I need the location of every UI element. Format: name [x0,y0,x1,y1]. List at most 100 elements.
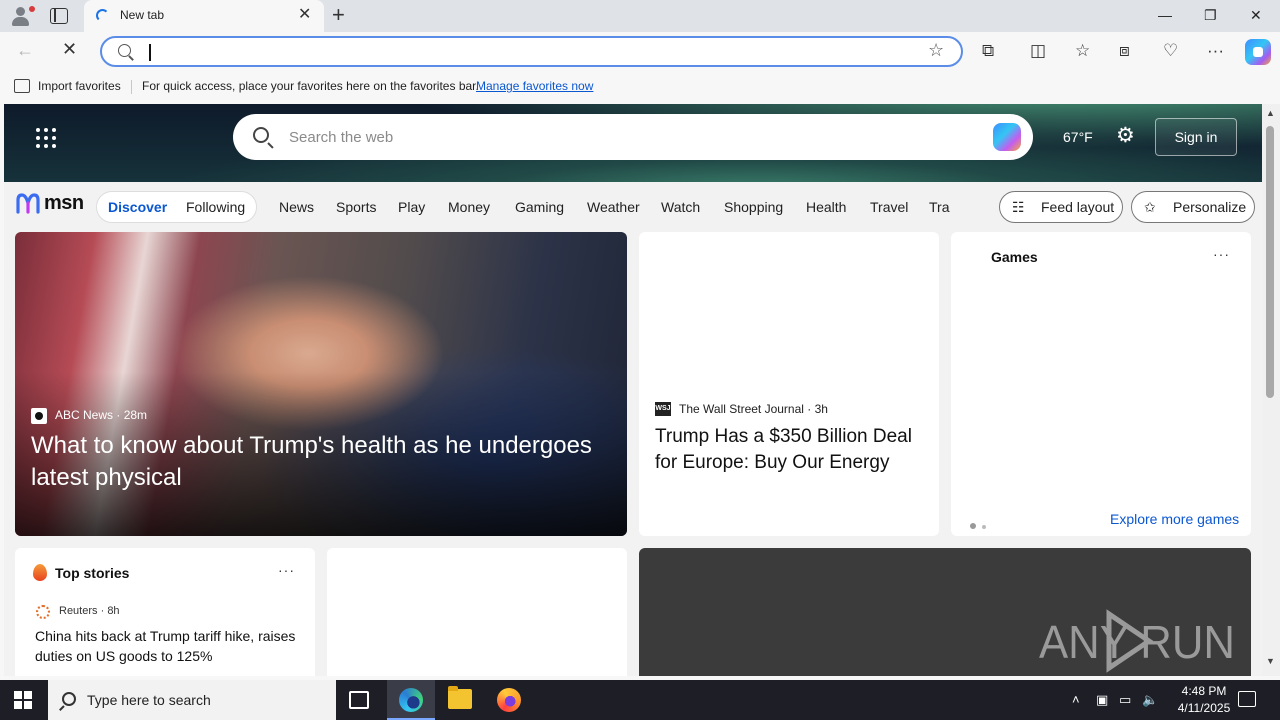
reuters-logo-icon [36,605,50,619]
volume-icon[interactable]: 🔈 [1142,691,1158,709]
sign-in-button[interactable]: Sign in [1155,118,1237,156]
network-icon[interactable]: ▭ [1119,691,1131,709]
loading-card [327,548,627,676]
story-headline[interactable]: What to know about Trump's health as he … [31,430,621,494]
nav-truncated[interactable]: Tra [929,199,950,215]
wsj-story-card[interactable]: WSJ The Wall Street Journal · 3h Trump H… [639,232,939,536]
more-options-icon[interactable]: ··· [1213,246,1230,262]
show-hidden-icons-chevron-icon[interactable]: ˄ [1072,691,1080,709]
import-favorites-icon[interactable] [14,79,30,93]
story-source: Reuters · 8h [59,605,120,617]
nav-travel[interactable]: Travel [870,199,908,215]
gear-icon[interactable]: ⚙ [1116,125,1135,147]
nav-sports[interactable]: Sports [336,199,376,215]
copilot-icon[interactable] [993,123,1021,151]
scroll-down-arrow-icon[interactable]: ▼ [1266,656,1275,666]
carousel-dots[interactable] [970,516,992,534]
stop-loading-icon[interactable]: ✕ [62,39,77,60]
navigation-bar: ← ✕ ☆ ⧉ ◫ ☆ ⧈ ♡ ··· [0,32,1280,72]
nav-shopping[interactable]: Shopping [724,199,783,215]
new-tab-button[interactable]: + [332,3,345,27]
clock-date[interactable]: 4/11/2025 [1166,701,1242,715]
manage-favorites-link[interactable]: Manage favorites now [476,79,593,93]
browser-essentials-icon[interactable]: ♡ [1163,40,1178,62]
scroll-thumb[interactable] [1266,126,1274,398]
import-favorites-button[interactable]: Import favorites [38,79,121,93]
story-source: The Wall Street Journal · 3h [679,402,828,416]
page-scrollbar[interactable]: ▲ ▼ [1262,104,1280,676]
nav-money[interactable]: Money [448,199,490,215]
address-bar[interactable]: ☆ [100,36,963,67]
wsj-logo-icon: WSJ [655,402,671,416]
text-caret [149,44,151,61]
personalize-button[interactable]: ✩ Personalize [1131,191,1255,223]
restore-button[interactable]: ❐ [1204,6,1217,24]
nav-health[interactable]: Health [806,199,846,215]
search-icon [62,692,76,706]
story-headline[interactable]: Trump Has a $350 Billion Deal for Europe… [655,424,923,476]
more-menu-icon[interactable]: ··· [1207,40,1224,62]
favorites-bar: Import favorites For quick access, place… [0,72,1280,102]
tab-discover[interactable]: Discover [108,199,167,215]
tab-actions-icon[interactable] [50,8,68,24]
taskbar-search-box[interactable]: Type here to search [48,680,336,720]
top-stories-title: Top stories [55,565,130,581]
search-placeholder: Search the web [289,129,394,146]
task-view-icon[interactable] [349,691,369,709]
top-stories-card: Top stories ··· Reuters · 8h China hits … [15,548,315,676]
firefox-icon[interactable] [497,688,521,712]
favorite-star-icon[interactable]: ☆ [928,40,944,61]
clock-time[interactable]: 4:48 PM [1174,684,1234,698]
feed-layout-label: Feed layout [1041,199,1115,215]
minimize-button[interactable]: — [1158,6,1172,24]
close-window-button[interactable]: ✕ [1250,6,1262,24]
more-options-icon[interactable]: ··· [278,562,295,578]
nav-gaming[interactable]: Gaming [515,199,564,215]
device-icon[interactable]: ▣ [1096,691,1108,709]
nav-watch[interactable]: Watch [661,199,700,215]
web-search-box[interactable]: Search the web [233,114,1033,160]
notifications-icon[interactable] [1238,691,1256,707]
file-explorer-icon[interactable] [448,686,472,709]
profile-icon[interactable] [8,4,38,28]
copilot-icon[interactable] [1245,39,1271,65]
msn-page: Search the web 67°F ⚙ Sign in msn Discov… [4,104,1262,676]
browser-tab[interactable]: New tab ✕ [84,0,324,32]
favorites-icon[interactable]: ☆ [1075,40,1090,62]
tab-close-button[interactable]: ✕ [298,6,311,24]
story-source: ABC News · 28m [55,408,148,422]
feed-layout-button[interactable]: ☷ Feed layout [999,191,1123,223]
games-card: Games ··· Explore more games [951,232,1251,536]
search-icon [118,44,131,57]
loading-spinner-icon [96,9,109,22]
lead-story-card[interactable]: ABC News · 28m What to know about Trump'… [15,232,627,536]
windows-start-icon[interactable] [14,691,32,709]
back-arrow-icon[interactable]: ← [16,40,34,61]
weather-temperature[interactable]: 67°F [1063,129,1093,145]
tab-following[interactable]: Following [186,199,245,215]
scroll-up-arrow-icon[interactable]: ▲ [1266,108,1275,118]
search-icon [253,127,269,143]
nav-play[interactable]: Play [398,199,425,215]
extensions-icon[interactable]: ⧉ [982,40,994,62]
edge-icon [399,688,423,712]
collections-icon[interactable]: ⧈ [1119,40,1130,62]
nav-news[interactable]: News [279,199,314,215]
msn-logo[interactable]: msn [44,192,84,215]
hero-banner: Search the web 67°F ⚙ Sign in [4,104,1262,182]
nav-weather[interactable]: Weather [587,199,640,215]
title-bar: New tab ✕ + — ❐ ✕ [0,0,1280,32]
apps-grid-icon[interactable] [36,128,58,150]
split-screen-icon[interactable]: ◫ [1030,40,1046,62]
abc-news-logo-icon [31,408,47,424]
divider [131,80,132,94]
anyrun-watermark-logo: ANY RUN [1039,609,1235,673]
personalize-label: Personalize [1173,199,1247,215]
media-card[interactable]: ANY RUN [639,548,1251,676]
fire-icon [33,564,47,581]
msn-logo-icon [16,193,40,214]
explore-more-games-link[interactable]: Explore more games [1110,511,1239,527]
taskbar-search-placeholder: Type here to search [87,692,211,708]
edge-taskbar-button[interactable] [387,680,435,720]
story-headline[interactable]: China hits back at Trump tariff hike, ra… [35,626,297,666]
